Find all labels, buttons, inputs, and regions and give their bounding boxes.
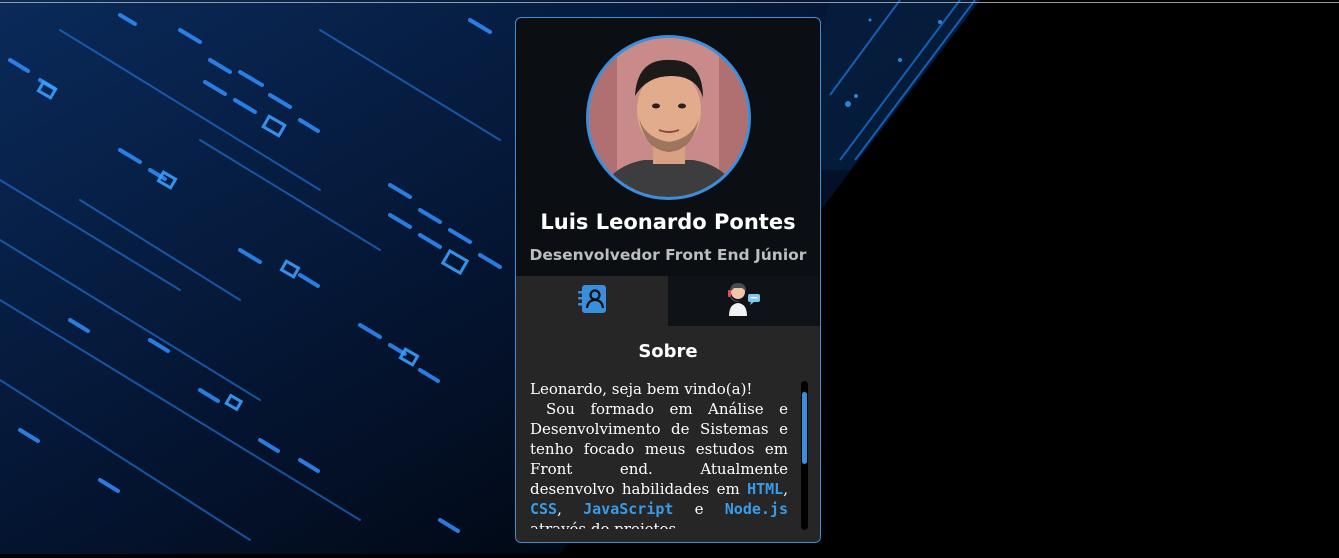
contact-book-icon: [576, 283, 608, 319]
about-paragraph-end: através de projetos: [530, 520, 677, 529]
skill-nodejs: Node.js: [724, 500, 788, 518]
profile-avatar: [586, 35, 751, 200]
tab-about[interactable]: [516, 276, 668, 326]
about-text: Leonardo, seja bem vindo(a)! Sou formado…: [530, 379, 788, 529]
skill-html: HTML: [747, 480, 784, 498]
about-paragraph: Sou formado em Análise e Desenvolvimento…: [530, 399, 788, 529]
skill-javascript: JavaScript: [583, 500, 674, 518]
about-greeting: Leonardo, seja bem vindo(a)!: [530, 380, 753, 398]
about-title: Sobre: [638, 341, 698, 362]
tab-contact[interactable]: [668, 276, 820, 326]
skill-separator-1: ,: [783, 480, 788, 498]
skill-css: CSS: [530, 500, 558, 518]
support-agent-icon: [725, 282, 763, 320]
profile-role: Desenvolvedor Front End Júnior: [529, 246, 807, 264]
profile-tabs: [516, 276, 820, 326]
top-border-line: [0, 2, 1339, 3]
skill-separator-2: ,: [557, 500, 584, 518]
profile-card: Luis Leonardo Pontes Desenvolvedor Front…: [515, 17, 821, 543]
scrollbar-thumb[interactable]: [802, 392, 807, 464]
about-panel: Sobre Leonardo, seja bem vindo(a)! Sou f…: [516, 326, 820, 542]
about-scrollbar[interactable]: [801, 381, 808, 530]
skill-separator-3: e: [673, 500, 725, 518]
profile-name: Luis Leonardo Pontes: [540, 210, 796, 234]
